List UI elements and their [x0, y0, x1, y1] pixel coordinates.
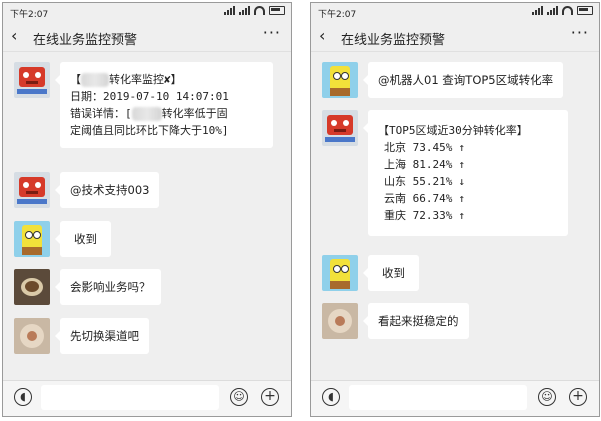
report-bubble[interactable]: 【TOP5区域近30分钟转化率】 北京 73.45% ↑ 上海 81.24% ↑ 山…: [363, 110, 568, 236]
chat-window-left: 下午2:07 ‹ 在线业务监控预警 ··· 【转化率监控✘】 日期：2019-0…: [2, 2, 292, 417]
region-row: 云南 66.74% ↑: [384, 192, 465, 205]
input-bar: ◖ ☺ +: [311, 380, 599, 416]
message-row: 会影响业务吗？: [14, 269, 285, 305]
reply-bubble[interactable]: 收到: [363, 255, 419, 291]
chat-header: ‹ 在线业务监控预警 ···: [311, 21, 599, 52]
status-time: 下午2:07: [318, 10, 357, 20]
question-bubble[interactable]: 会影响业务吗？: [55, 269, 161, 305]
chat-title: 在线业务监控预警: [341, 33, 446, 48]
message-row: 看起来挺稳定的: [322, 303, 593, 339]
status-icons: [532, 6, 593, 15]
query-bubble[interactable]: @机器人01 查询TOP5区域转化率: [362, 62, 564, 98]
redacted-text: [81, 73, 109, 87]
wifi-icon: [254, 6, 265, 15]
message-input[interactable]: [349, 385, 527, 410]
user-avatar[interactable]: [14, 269, 50, 305]
reply-bubble[interactable]: 收到: [55, 221, 111, 257]
user-avatar[interactable]: [14, 318, 50, 354]
message-row: 【转化率监控✘】 日期：2019-07-10 14:07:01 错误详情：[转化…: [14, 62, 285, 148]
input-bar: ◖ ☺ +: [3, 380, 291, 416]
plus-icon[interactable]: +: [569, 388, 587, 406]
alert-line-3: 错误详情：[转化率低于固: [70, 107, 228, 121]
more-options-button[interactable]: ···: [571, 23, 589, 42]
alert-line-1: 【转化率监控✘】: [70, 73, 182, 87]
message-list: 【转化率监控✘】 日期：2019-07-10 14:07:01 错误详情：[转化…: [3, 52, 291, 381]
message-row: 【TOP5区域近30分钟转化率】 北京 73.45% ↑ 上海 81.24% ↑ 山…: [322, 110, 593, 236]
message-input[interactable]: [41, 385, 219, 410]
robot-avatar[interactable]: [14, 62, 50, 98]
back-button[interactable]: ‹: [11, 26, 17, 45]
status-time: 下午2:07: [10, 10, 49, 20]
status-icons: [224, 6, 285, 15]
user-avatar[interactable]: [322, 255, 358, 291]
voice-icon[interactable]: ◖: [14, 388, 32, 406]
region-row: 北京 73.45% ↑: [384, 141, 465, 154]
redacted-text: [131, 107, 162, 121]
chat-title: 在线业务监控预警: [33, 33, 138, 48]
comment-bubble[interactable]: 看起来挺稳定的: [363, 303, 469, 339]
chat-window-right: 下午2:07 ‹ 在线业务监控预警 ··· @机器人01 查询TOP5区域转化率…: [310, 2, 600, 417]
message-list: @机器人01 查询TOP5区域转化率 【TOP5区域近30分钟转化率】 北京 7…: [311, 52, 599, 381]
voice-icon[interactable]: ◖: [322, 388, 340, 406]
back-button[interactable]: ‹: [319, 26, 325, 45]
user-avatar[interactable]: [322, 303, 358, 339]
region-row: 山东 55.21% ↓: [384, 175, 465, 188]
alert-line-4: 定阈值且同比环比下降大于10%]: [70, 124, 229, 137]
message-row: @机器人01 查询TOP5区域转化率: [322, 62, 593, 98]
robot-avatar[interactable]: [322, 110, 358, 146]
signal-icon-2: [239, 6, 250, 15]
robot-avatar[interactable]: [14, 172, 50, 208]
battery-icon: [269, 6, 285, 15]
message-row: 收到: [14, 221, 285, 257]
message-row: @技术支持003: [14, 172, 285, 208]
wifi-icon: [562, 6, 573, 15]
user-avatar[interactable]: [322, 62, 358, 98]
emoji-icon[interactable]: ☺: [230, 388, 248, 406]
plus-icon[interactable]: +: [261, 388, 279, 406]
report-title: 【TOP5区域近30分钟转化率】: [378, 124, 528, 137]
alert-line-2: 日期：2019-07-10 14:07:01: [70, 90, 229, 103]
region-list: 北京 73.45% ↑ 上海 81.24% ↑ 山东 55.21% ↓ 云南 66.7…: [378, 139, 558, 224]
emoji-icon[interactable]: ☺: [538, 388, 556, 406]
battery-icon: [577, 6, 593, 15]
mention-bubble[interactable]: @技术支持003: [54, 172, 160, 208]
region-row: 上海 81.24% ↑: [384, 158, 465, 171]
message-row: 先切换渠道吧: [14, 318, 285, 354]
chat-header: ‹ 在线业务监控预警 ···: [3, 21, 291, 52]
alert-bubble[interactable]: 【转化率监控✘】 日期：2019-07-10 14:07:01 错误详情：[转化…: [55, 62, 273, 148]
signal-icon: [532, 6, 543, 15]
suggestion-bubble[interactable]: 先切换渠道吧: [55, 318, 149, 354]
signal-icon-2: [547, 6, 558, 15]
message-row: 收到: [322, 255, 593, 291]
more-options-button[interactable]: ···: [263, 23, 281, 42]
region-row: 重庆 72.33% ↑: [384, 209, 465, 222]
user-avatar[interactable]: [14, 221, 50, 257]
status-bar: 下午2:07: [3, 3, 291, 21]
status-bar: 下午2:07: [311, 3, 599, 21]
signal-icon: [224, 6, 235, 15]
